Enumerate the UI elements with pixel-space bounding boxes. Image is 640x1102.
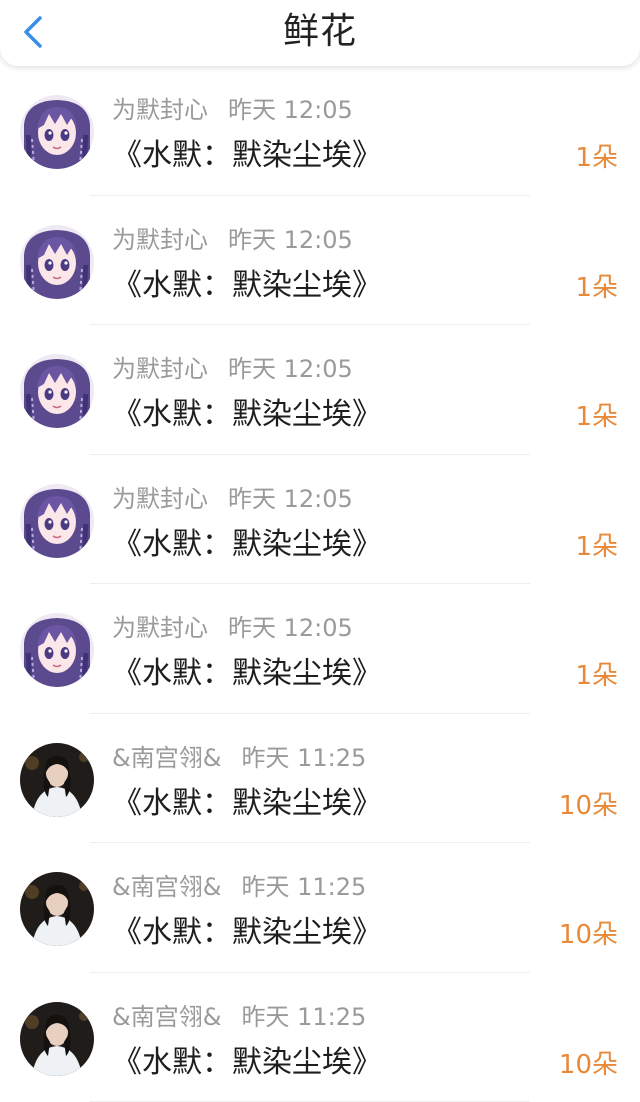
flower-count: 10朵 bbox=[559, 1047, 618, 1083]
list-item[interactable]: 为默封心昨天 12:05 《水默：默染尘埃》 1朵 bbox=[0, 325, 640, 455]
book-title[interactable]: 《水默：默染尘埃》 bbox=[112, 784, 382, 824]
flower-count: 1朵 bbox=[575, 658, 618, 694]
username[interactable]: 为默封心 bbox=[112, 226, 208, 254]
page-title: 鲜花 bbox=[0, 10, 640, 54]
list-item[interactable]: 为默封心昨天 12:05 《水默：默染尘埃》 1朵 bbox=[0, 584, 640, 714]
meta-line: &南宫翎&昨天 11:25 bbox=[112, 871, 366, 903]
flower-count: 10朵 bbox=[559, 788, 618, 824]
username[interactable]: 为默封心 bbox=[112, 96, 208, 124]
book-title[interactable]: 《水默：默染尘埃》 bbox=[112, 654, 382, 694]
username[interactable]: &南宫翎& bbox=[112, 873, 221, 901]
anime-girl-avatar[interactable] bbox=[20, 95, 94, 169]
list-item[interactable]: &南宫翎&昨天 11:25 《水默：默染尘埃》 10朵 bbox=[0, 714, 640, 844]
meta-line: 为默封心昨天 12:05 bbox=[112, 483, 353, 515]
photo-person-avatar[interactable] bbox=[20, 743, 94, 817]
book-title[interactable]: 《水默：默染尘埃》 bbox=[112, 395, 382, 435]
timestamp: 昨天 11:25 bbox=[241, 1003, 366, 1031]
flower-count: 1朵 bbox=[575, 270, 618, 306]
username[interactable]: &南宫翎& bbox=[112, 744, 221, 772]
anime-girl-avatar[interactable] bbox=[20, 225, 94, 299]
book-title[interactable]: 《水默：默染尘埃》 bbox=[112, 266, 382, 306]
meta-line: 为默封心昨天 12:05 bbox=[112, 94, 353, 126]
list-item[interactable]: &南宫翎&昨天 11:25 《水默：默染尘埃》 10朵 bbox=[0, 973, 640, 1102]
username[interactable]: 为默封心 bbox=[112, 355, 208, 383]
top-bar: 鲜花 bbox=[0, 0, 640, 66]
timestamp: 昨天 12:05 bbox=[228, 614, 353, 642]
list-item[interactable]: 为默封心昨天 12:05 《水默：默染尘埃》 1朵 bbox=[0, 196, 640, 326]
meta-line: &南宫翎&昨天 11:25 bbox=[112, 1001, 366, 1033]
username[interactable]: 为默封心 bbox=[112, 485, 208, 513]
timestamp: 昨天 12:05 bbox=[228, 96, 353, 124]
book-title[interactable]: 《水默：默染尘埃》 bbox=[112, 913, 382, 953]
username[interactable]: &南宫翎& bbox=[112, 1003, 221, 1031]
anime-girl-avatar[interactable] bbox=[20, 613, 94, 687]
flower-count: 1朵 bbox=[575, 399, 618, 435]
book-title[interactable]: 《水默：默染尘埃》 bbox=[112, 136, 382, 176]
list-item[interactable]: 为默封心昨天 12:05 《水默：默染尘埃》 1朵 bbox=[0, 66, 640, 196]
list-item[interactable]: &南宫翎&昨天 11:25 《水默：默染尘埃》 10朵 bbox=[0, 843, 640, 973]
meta-line: 为默封心昨天 12:05 bbox=[112, 612, 353, 644]
book-title[interactable]: 《水默：默染尘埃》 bbox=[112, 1043, 382, 1083]
timestamp: 昨天 12:05 bbox=[228, 226, 353, 254]
meta-line: 为默封心昨天 12:05 bbox=[112, 224, 353, 256]
username[interactable]: 为默封心 bbox=[112, 614, 208, 642]
anime-girl-avatar[interactable] bbox=[20, 484, 94, 558]
timestamp: 昨天 11:25 bbox=[241, 873, 366, 901]
photo-person-avatar[interactable] bbox=[20, 872, 94, 946]
flower-count: 1朵 bbox=[575, 140, 618, 176]
meta-line: &南宫翎&昨天 11:25 bbox=[112, 742, 366, 774]
book-title[interactable]: 《水默：默染尘埃》 bbox=[112, 525, 382, 565]
flower-record-list: 为默封心昨天 12:05 《水默：默染尘埃》 1朵 为默封心昨天 12:05 《… bbox=[0, 66, 640, 1102]
flower-count: 1朵 bbox=[575, 529, 618, 565]
meta-line: 为默封心昨天 12:05 bbox=[112, 353, 353, 385]
anime-girl-avatar[interactable] bbox=[20, 354, 94, 428]
timestamp: 昨天 12:05 bbox=[228, 355, 353, 383]
list-item[interactable]: 为默封心昨天 12:05 《水默：默染尘埃》 1朵 bbox=[0, 455, 640, 585]
timestamp: 昨天 11:25 bbox=[241, 744, 366, 772]
photo-person-avatar[interactable] bbox=[20, 1002, 94, 1076]
flower-count: 10朵 bbox=[559, 917, 618, 953]
timestamp: 昨天 12:05 bbox=[228, 485, 353, 513]
